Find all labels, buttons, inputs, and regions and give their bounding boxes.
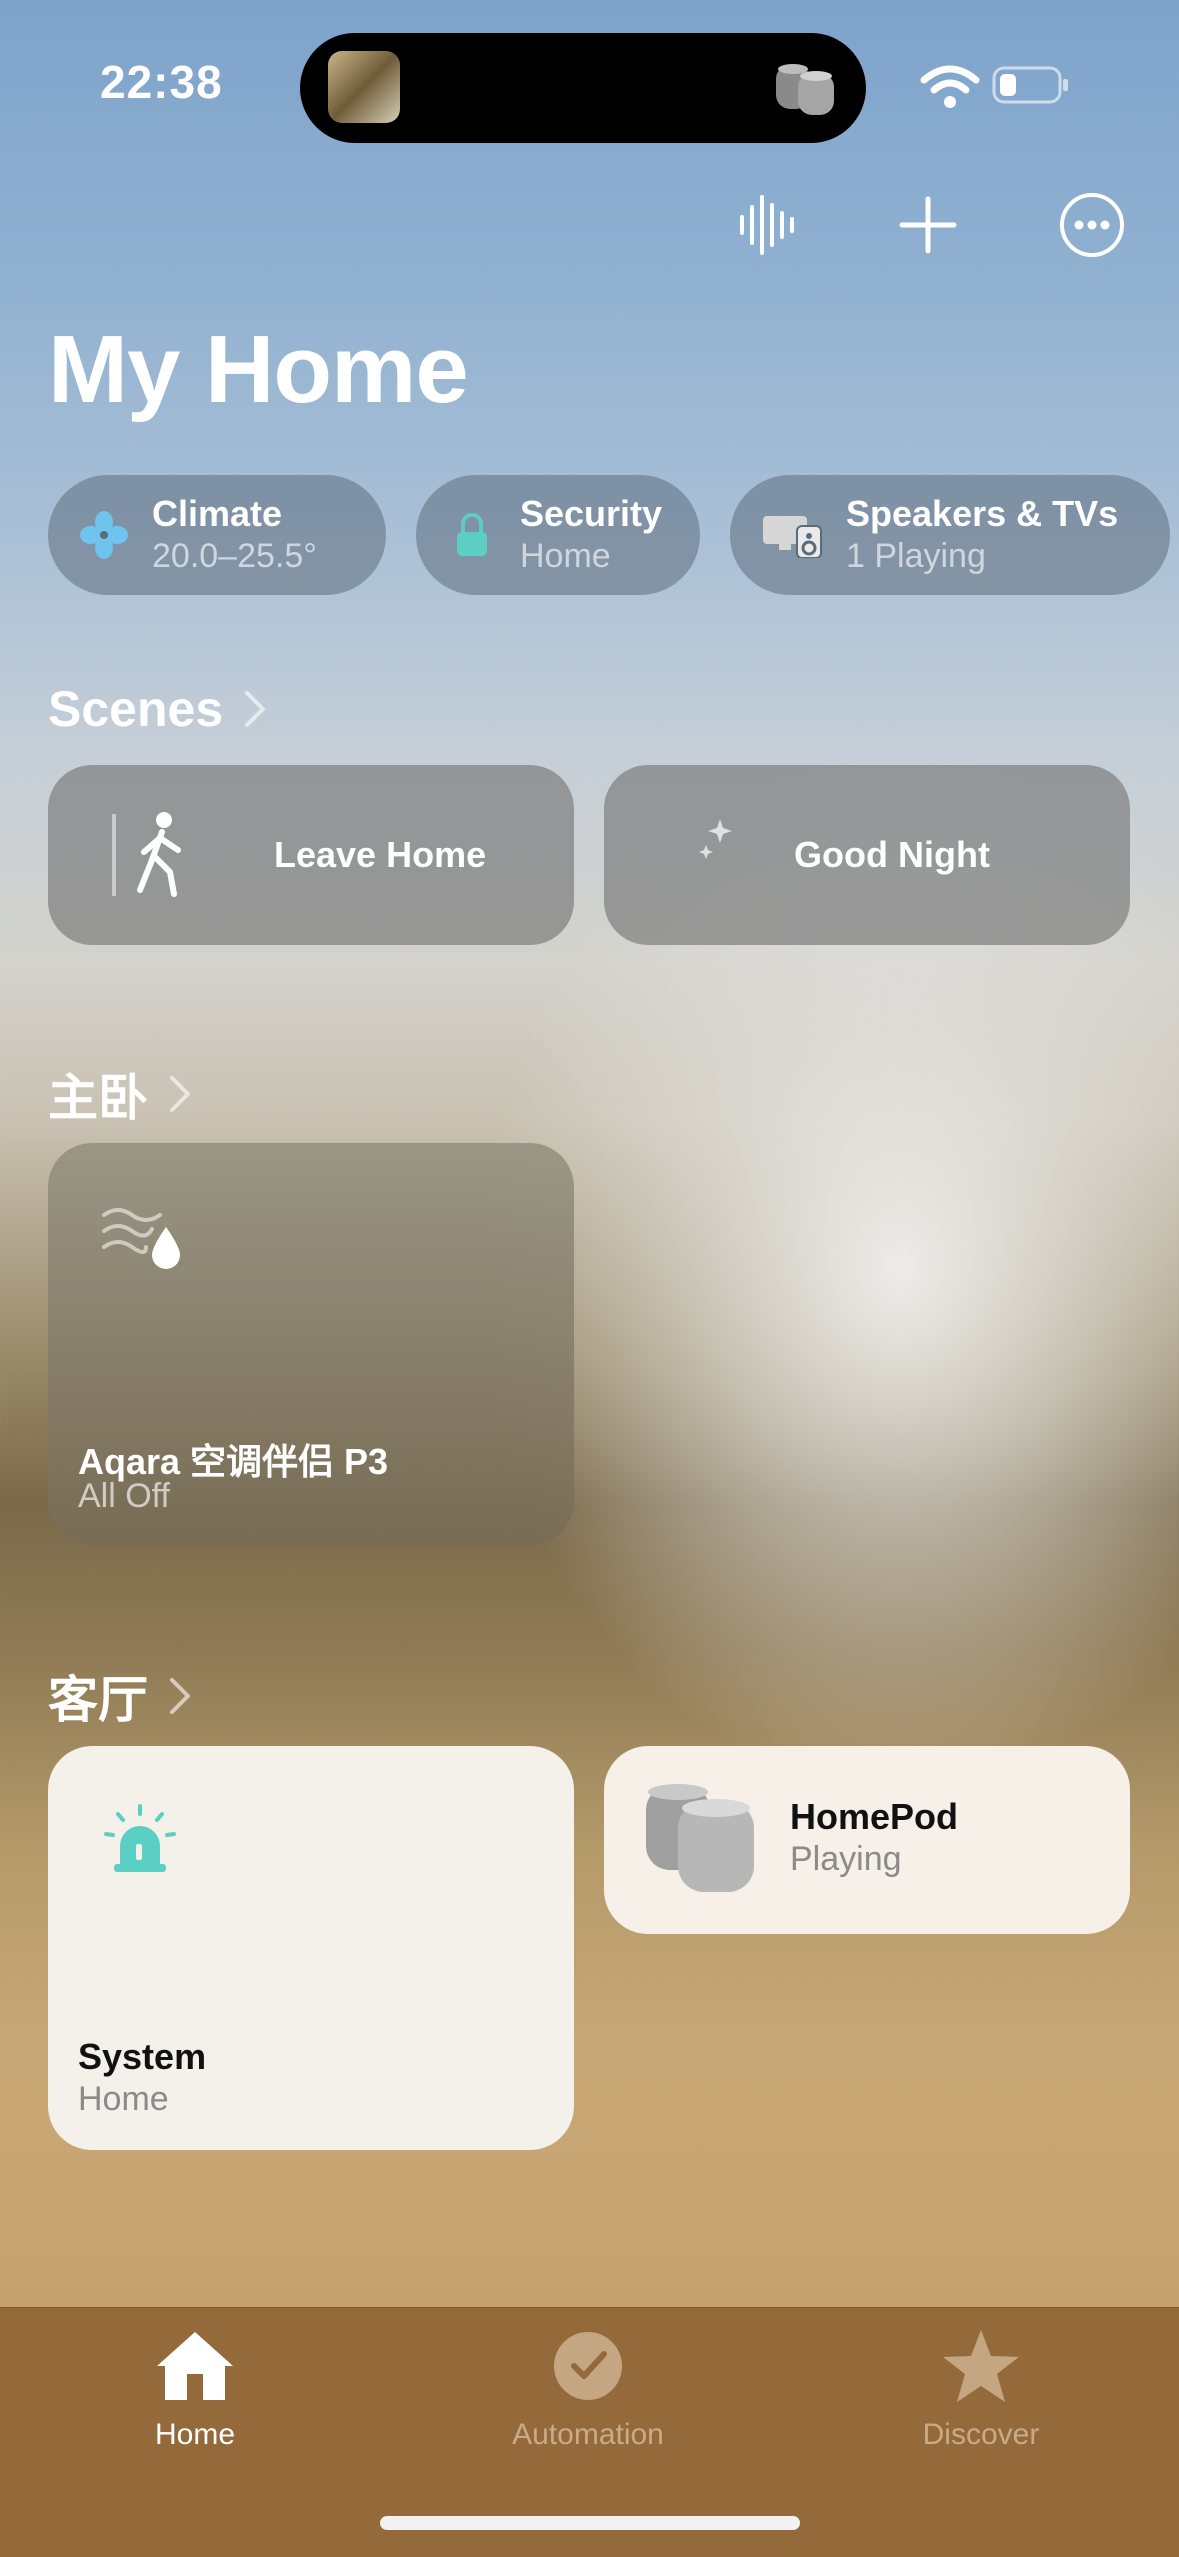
more-options-icon[interactable] bbox=[1052, 185, 1132, 265]
moon-stars-icon bbox=[682, 819, 732, 886]
pill-subtitle: 1 Playing bbox=[846, 537, 986, 575]
pill-subtitle: 20.0–25.5° bbox=[152, 537, 317, 575]
pill-title: Climate bbox=[152, 493, 283, 534]
now-playing-artwork-icon bbox=[328, 51, 400, 123]
scene-good-night[interactable]: Good Night bbox=[604, 765, 1130, 945]
tab-home[interactable]: Home bbox=[65, 2328, 325, 2452]
section-title: 客厅 bbox=[48, 1672, 148, 1728]
homepod-icon bbox=[646, 1784, 754, 1892]
climate-pill[interactable]: Climate 20.0–25.5° bbox=[48, 475, 386, 595]
walking-person-icon bbox=[112, 812, 181, 897]
accessory-state: All Off bbox=[78, 1477, 170, 1515]
section-title: Scenes bbox=[48, 681, 224, 737]
tab-label: Discover bbox=[922, 2418, 1040, 2451]
tab-label: Automation bbox=[512, 2418, 664, 2451]
security-pill[interactable]: Security Home bbox=[416, 475, 700, 595]
pill-title: Speakers & TVs bbox=[846, 493, 1119, 534]
pill-title: Security bbox=[520, 493, 663, 534]
pill-subtitle: Home bbox=[520, 537, 611, 575]
tab-automation[interactable]: Automation bbox=[458, 2328, 718, 2452]
fan-icon bbox=[78, 509, 130, 561]
dynamic-island[interactable] bbox=[300, 33, 866, 143]
accessory-name: HomePod bbox=[790, 1796, 959, 1837]
scene-label: Leave Home bbox=[274, 834, 487, 875]
home-indicator[interactable] bbox=[380, 2516, 800, 2530]
tab-discover[interactable]: Discover bbox=[851, 2328, 1111, 2452]
lock-icon bbox=[446, 509, 498, 561]
clock-check-icon bbox=[554, 2332, 622, 2400]
accessory-tile-aqara[interactable]: Aqara 空调伴侣 P3 All Off bbox=[48, 1143, 574, 1545]
section-title: 主卧 bbox=[48, 1070, 148, 1126]
humidity-icon bbox=[102, 1208, 180, 1269]
wifi-icon bbox=[920, 65, 980, 108]
status-time: 22:38 bbox=[100, 56, 223, 108]
speakers-tvs-pill[interactable]: Speakers & TVs 1 Playing bbox=[730, 475, 1170, 595]
add-icon[interactable] bbox=[888, 185, 968, 265]
room-header-master-bedroom[interactable]: 主卧 bbox=[48, 1058, 192, 1130]
scene-label: Good Night bbox=[794, 834, 990, 875]
battery-icon bbox=[992, 66, 1068, 104]
siren-icon bbox=[104, 1804, 176, 1872]
chevron-right-icon bbox=[170, 1076, 190, 1112]
accessory-state: Home bbox=[78, 2080, 169, 2118]
chevron-right-icon bbox=[170, 1678, 190, 1714]
chevron-right-icon bbox=[245, 691, 266, 727]
accessory-state: Playing bbox=[790, 1840, 902, 1878]
accessory-tile-system[interactable]: System Home bbox=[48, 1746, 574, 2150]
scene-leave-home[interactable]: Leave Home bbox=[48, 765, 574, 945]
scenes-header[interactable]: Scenes bbox=[48, 680, 267, 738]
accessory-tile-homepod[interactable]: HomePod Playing bbox=[604, 1746, 1130, 1934]
page-title: My Home bbox=[48, 316, 469, 423]
room-header-living-room[interactable]: 客厅 bbox=[48, 1660, 192, 1732]
speakers-tv-icon bbox=[760, 509, 824, 561]
accessory-name: System bbox=[78, 2036, 207, 2077]
homepod-mini-icon bbox=[776, 64, 834, 115]
tab-label: Home bbox=[154, 2418, 236, 2451]
house-icon bbox=[157, 2332, 233, 2400]
intercom-waveform-icon[interactable] bbox=[728, 185, 808, 265]
star-icon bbox=[943, 2330, 1019, 2402]
